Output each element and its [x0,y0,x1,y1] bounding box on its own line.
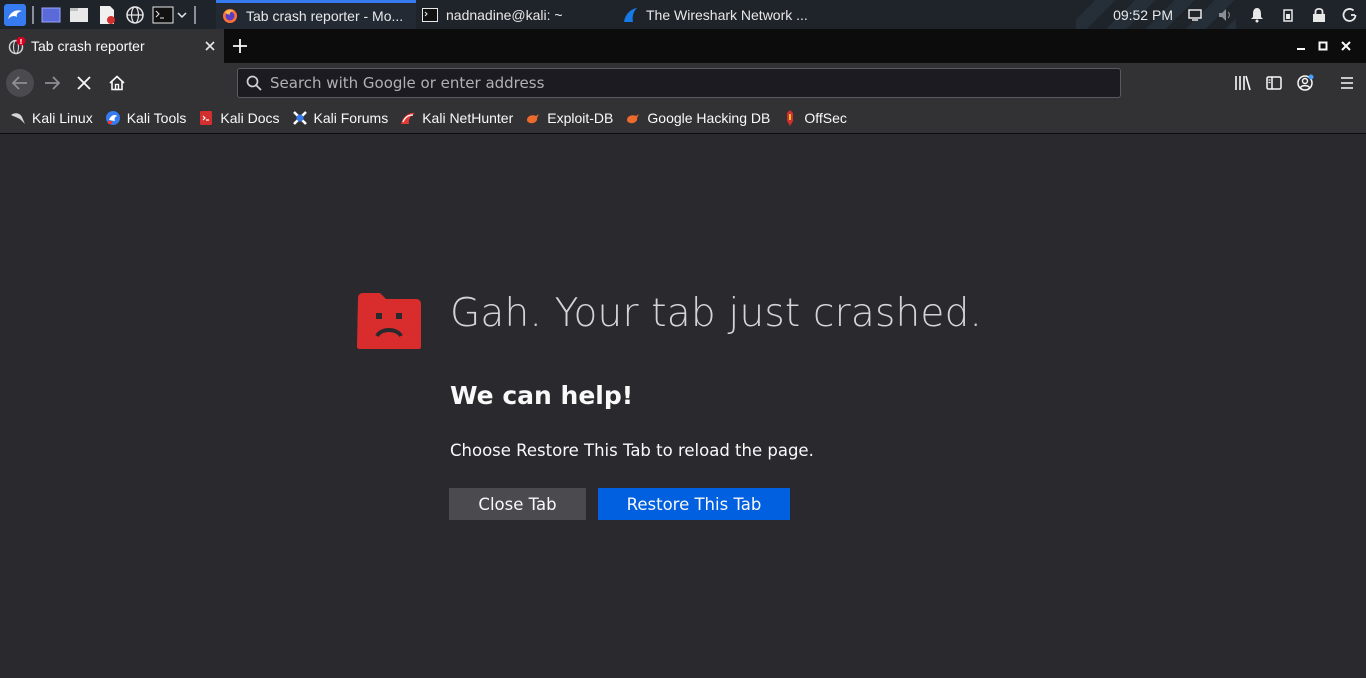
wireshark-icon [622,7,638,23]
restore-tab-button[interactable]: Restore This Tab [598,488,790,520]
svg-text:!: ! [19,38,22,46]
clock[interactable]: 09:52 PM [1113,7,1173,23]
bookmark-label: Kali Linux [32,110,93,126]
forward-button[interactable] [38,69,66,97]
back-button[interactable] [6,69,34,97]
task-label: The Wireshark Network ... [646,6,808,23]
navigation-toolbar [0,63,1366,103]
volume-icon[interactable] [1216,5,1236,25]
bookmark-label: Kali Tools [126,110,187,126]
file-manager-icon[interactable] [68,4,90,26]
bookmark-kali-nethunter[interactable]: Kali NetHunter [400,110,513,126]
kali-dragon-icon [10,110,26,126]
bookmark-label: Kali Forums [313,110,389,126]
display-icon[interactable] [1185,5,1205,25]
home-button[interactable] [103,69,131,97]
new-tab-button[interactable] [228,34,252,58]
close-tab-button[interactable]: Close Tab [449,488,586,520]
text-editor-icon[interactable] [96,4,118,26]
bookmark-label: Google Hacking DB [647,110,771,126]
battery-icon[interactable] [1278,5,1298,25]
notification-bell-icon[interactable] [1247,5,1267,25]
task-label: Tab crash reporter - Mo... [246,8,404,24]
desktop-icon[interactable] [40,4,62,26]
crash-favicon-icon: ! [8,37,26,55]
tab-title: Tab crash reporter [31,38,145,54]
taskbar-launchers [0,0,216,29]
exploit-db-icon [525,110,541,126]
bookmark-label: Kali Docs [220,110,280,126]
task-wireshark[interactable]: The Wireshark Network ... [616,0,826,29]
bookmark-offsec[interactable]: OffSec [782,110,847,126]
crash-description: Choose Restore This Tab to reload the pa… [450,441,814,460]
bookmark-label: Exploit-DB [547,110,614,126]
system-tray: 09:52 PM [1113,0,1366,29]
account-icon[interactable] [1294,71,1318,95]
terminal-icon [422,7,438,23]
firefox-icon [222,8,238,24]
power-icon[interactable] [1340,5,1360,25]
bookmark-kali-forums[interactable]: Kali Forums [292,110,389,126]
bookmark-exploit-db[interactable]: Exploit-DB [525,110,613,126]
kali-docs-icon [198,110,214,126]
sidebar-toggle-icon[interactable] [1262,71,1286,95]
stop-loading-button[interactable] [70,69,98,97]
tab-crash-reporter[interactable]: ! Tab crash reporter [0,29,224,63]
window-close-button[interactable] [1336,36,1356,56]
bookmark-google-hacking-db[interactable]: Google Hacking DB [625,110,770,126]
crash-subhead: We can help! [450,381,634,410]
hamburger-menu-icon[interactable] [1335,71,1359,95]
bookmark-label: Kali NetHunter [422,110,514,126]
crash-headline: Gah. Your tab just crashed. [450,291,983,336]
kali-tools-icon [105,110,121,126]
taskbar-separator [194,5,196,24]
taskbar: Tab crash reporter - Mo... nadnadine@kal… [0,0,1366,29]
kali-forums-icon [292,110,308,126]
sad-folder-icon [356,292,422,350]
maximize-button[interactable] [1313,36,1333,56]
bookmarks-toolbar: Kali Linux Kali Tools Kali Docs Kali For… [0,103,1366,134]
crash-page: Gah. Your tab just crashed. We can help!… [0,135,1366,678]
bookmark-kali-docs[interactable]: Kali Docs [198,110,280,126]
chevron-down-icon[interactable] [176,4,188,26]
search-icon [246,75,262,91]
library-icon[interactable] [1231,71,1255,95]
url-input[interactable] [270,74,1120,92]
web-browser-icon[interactable] [124,4,146,26]
bookmark-kali-tools[interactable]: Kali Tools [105,110,187,126]
bookmark-kali-linux[interactable]: Kali Linux [10,110,93,126]
task-label: nadnadine@kali: ~ [446,6,563,23]
nethunter-icon [400,110,416,126]
bookmark-label: OffSec [804,110,847,126]
lock-icon[interactable] [1309,5,1329,25]
taskbar-separator [32,5,34,24]
tab-close-button[interactable] [198,34,222,58]
ghdb-icon [625,110,641,126]
task-firefox[interactable]: Tab crash reporter - Mo... [216,0,416,29]
offsec-icon [782,110,798,126]
task-terminal[interactable]: nadnadine@kali: ~ [416,0,616,29]
minimize-button[interactable] [1291,36,1311,56]
address-bar[interactable] [237,68,1121,98]
kali-menu-icon[interactable] [4,3,26,26]
tab-strip: ! Tab crash reporter [0,29,1366,63]
terminal-launcher-icon[interactable] [152,4,174,26]
